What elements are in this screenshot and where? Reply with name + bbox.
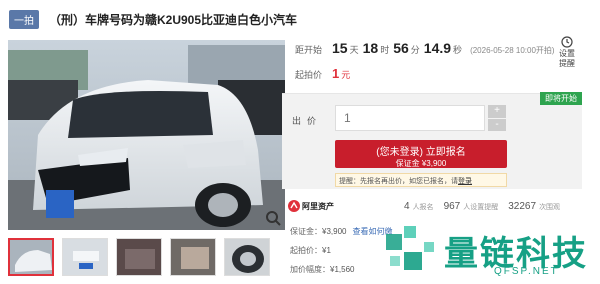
- stats-bar: 阿里资产 4 人报名 967 人设置提醒 32267 次围观: [282, 198, 582, 214]
- thumbnail[interactable]: [8, 238, 54, 276]
- countdown-hours: 18: [362, 40, 379, 56]
- register-button[interactable]: (您未登录) 立即报名 保证金 ¥3,900: [335, 140, 507, 168]
- clock-icon: [561, 36, 573, 48]
- deposit-row: 保证金：¥3,900 查看如何缴: [290, 222, 392, 241]
- hint-text: 提醒：先报名再出价，如您已报名，请: [339, 178, 458, 185]
- auction-round-tag: 一拍: [9, 9, 39, 29]
- increment-label: 加价幅度：: [290, 265, 330, 274]
- bid-input[interactable]: [335, 105, 485, 131]
- bid-label: 出价: [292, 116, 323, 126]
- view-label: 次围观: [539, 203, 561, 211]
- set-reminder-button[interactable]: 设置提醒: [558, 36, 576, 69]
- reminder-stat: 967 人设置提醒: [444, 201, 499, 212]
- thumbnail-strip: [8, 238, 285, 278]
- countdown-minutes: 56: [393, 40, 409, 56]
- thumbnail[interactable]: [224, 238, 270, 276]
- signup-stat: 4 人报名: [404, 201, 434, 212]
- view-count: 32267: [508, 200, 537, 212]
- start-info-value: ¥1: [322, 246, 331, 255]
- start-price-unit: 元: [341, 70, 351, 80]
- thumbnail[interactable]: [62, 238, 108, 276]
- increment-row: 加价幅度：¥1,560: [290, 260, 392, 279]
- countdown-days: 15: [332, 40, 348, 56]
- start-info-label: 起拍价：: [290, 246, 322, 255]
- start-price-label: 起拍价: [295, 70, 323, 80]
- upcoming-badge: 即将开始: [540, 92, 582, 105]
- start-time: (2026-05-28 10:00开拍): [470, 46, 555, 55]
- deposit-label: 保证金：: [290, 227, 322, 236]
- signup-label: 人报名: [412, 203, 434, 211]
- login-link[interactable]: 登录: [458, 178, 472, 185]
- countdown-seconds: 14.9: [423, 40, 452, 56]
- days-unit: 天: [349, 45, 359, 55]
- bid-stepper: + -: [488, 105, 506, 131]
- reminder-count: 967: [443, 200, 461, 212]
- countdown: 距开始 15 天 18 时 56 分 14.9 秒 (2026-05-28 10…: [295, 40, 555, 56]
- register-label: (您未登录) 立即报名: [376, 147, 466, 158]
- main-car-image[interactable]: [8, 40, 285, 230]
- set-reminder-label: 设置提醒: [559, 49, 575, 68]
- watermark: 量链科技 QFSP.NET: [382, 222, 597, 280]
- minutes-unit: 分: [410, 45, 420, 55]
- header: 一拍 （刑）车牌号码为赣K2U905比亚迪白色小汽车: [0, 0, 600, 38]
- auction-info: 保证金：¥3,900 查看如何缴 起拍价：¥1 加价幅度：¥1,560: [290, 222, 392, 279]
- decrease-button[interactable]: -: [488, 118, 506, 131]
- register-deposit: 保证金 ¥3,900: [395, 159, 447, 168]
- start-price-value: 1: [332, 66, 340, 81]
- car-photo: [8, 40, 285, 230]
- item-title: （刑）车牌号码为赣K2U905比亚迪白色小汽车: [49, 12, 298, 27]
- watermark-logo-icon: [386, 226, 434, 270]
- start-price-info-row: 起拍价：¥1: [290, 241, 392, 260]
- hours-unit: 时: [380, 45, 390, 55]
- view-stat: 32267 次围观: [508, 201, 560, 212]
- thumbnail[interactable]: [170, 238, 216, 276]
- countdown-label: 距开始: [295, 45, 323, 55]
- signup-count: 4: [404, 200, 410, 212]
- seconds-unit: 秒: [453, 45, 463, 55]
- thumbnail[interactable]: [116, 238, 162, 276]
- ali-assets-logo-icon: [288, 200, 300, 212]
- start-price-row: 起拍价 1 元: [295, 66, 350, 81]
- register-hint: 提醒：先报名再出价，如您已报名，请登录: [335, 173, 507, 187]
- deposit-value: ¥3,900: [322, 227, 347, 236]
- increase-button[interactable]: +: [488, 105, 506, 118]
- increment-value: ¥1,560: [330, 265, 355, 274]
- reminder-label: 人设置提醒: [463, 203, 499, 211]
- zoom-icon[interactable]: [265, 210, 281, 226]
- platform-name: 阿里资产: [302, 201, 334, 211]
- watermark-en: QFSP.NET: [494, 266, 559, 277]
- bid-panel: 即将开始 出价 + - (您未登录) 立即报名 保证金 ¥3,900 提醒：先报…: [282, 92, 582, 189]
